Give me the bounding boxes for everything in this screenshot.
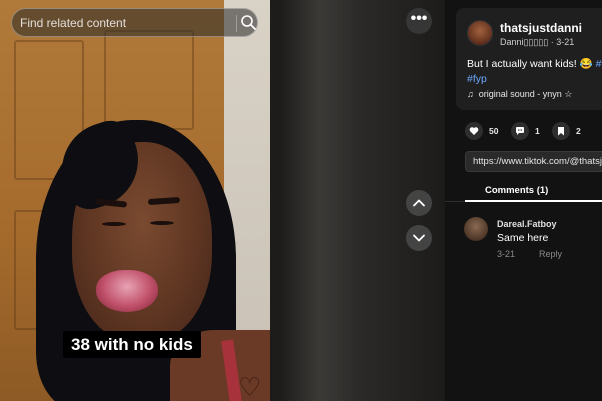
search-icon[interactable] xyxy=(240,14,257,31)
search-bar[interactable]: Find related content xyxy=(11,8,258,37)
sound-link[interactable]: ♫ original sound - ynyn ☆ xyxy=(467,89,572,100)
tiktok-viewer: ♡ Find related content 38 with no kids •… xyxy=(0,0,602,401)
search-divider xyxy=(236,15,237,32)
heart-icon xyxy=(465,122,483,140)
lips xyxy=(96,270,158,312)
author-display-name: Danni▯▯▯▯▯ xyxy=(500,37,549,47)
bookmark-icon xyxy=(552,122,570,140)
hashtag-link[interactable]: #t xyxy=(596,58,602,70)
tab-indicator xyxy=(465,200,602,202)
hashtag-link[interactable]: #fyp xyxy=(467,73,487,85)
chevron-down-icon xyxy=(413,234,425,242)
comment-icon xyxy=(511,122,529,140)
comment-text: Same here xyxy=(497,232,549,244)
details-panel: thatsjustdanni Danni▯▯▯▯▯ · 3-21 But I a… xyxy=(445,0,602,401)
video-caption: 38 with no kids xyxy=(63,331,201,358)
previous-video-button[interactable] xyxy=(406,190,432,216)
save-count: 2 xyxy=(576,126,581,136)
avatar[interactable] xyxy=(467,20,493,46)
post-card: thatsjustdanni Danni▯▯▯▯▯ · 3-21 But I a… xyxy=(456,8,602,110)
comment-date: 3-21 xyxy=(497,249,516,259)
reply-button[interactable]: Reply xyxy=(539,249,562,259)
search-input[interactable]: Find related content xyxy=(20,16,126,30)
post-date: 3-21 xyxy=(556,37,575,47)
author-subline: Danni▯▯▯▯▯ · 3-21 xyxy=(500,37,574,48)
heart-tattoo: ♡ xyxy=(238,372,262,401)
music-note-icon: ♫ xyxy=(467,89,474,99)
door-panel xyxy=(104,30,194,130)
comment-username[interactable]: Dareal.Fatboy xyxy=(497,219,557,229)
tab-bar: Comments (1) xyxy=(445,180,602,202)
post-description: But I actually want kids! 😂 #t #fyp xyxy=(467,57,602,87)
sound-label: original sound - ynyn ☆ xyxy=(478,89,573,99)
share-link-field[interactable]: https://www.tiktok.com/@thatsjustdanni xyxy=(465,151,602,172)
tab-comments[interactable]: Comments (1) xyxy=(485,185,548,196)
eye-left xyxy=(102,222,126,226)
like-count: 50 xyxy=(489,126,499,136)
description-text: But I actually want kids! 😂 xyxy=(467,58,596,70)
next-video-button[interactable] xyxy=(406,225,432,251)
video-area: ♡ Find related content 38 with no kids •… xyxy=(0,0,445,401)
comment-count: 1 xyxy=(535,126,540,136)
more-options-button[interactable]: ••• xyxy=(406,8,432,34)
eye-right xyxy=(150,221,174,225)
comment-avatar[interactable] xyxy=(464,217,488,241)
chevron-up-icon xyxy=(413,199,425,207)
author-username[interactable]: thatsjustdanni xyxy=(500,21,582,35)
